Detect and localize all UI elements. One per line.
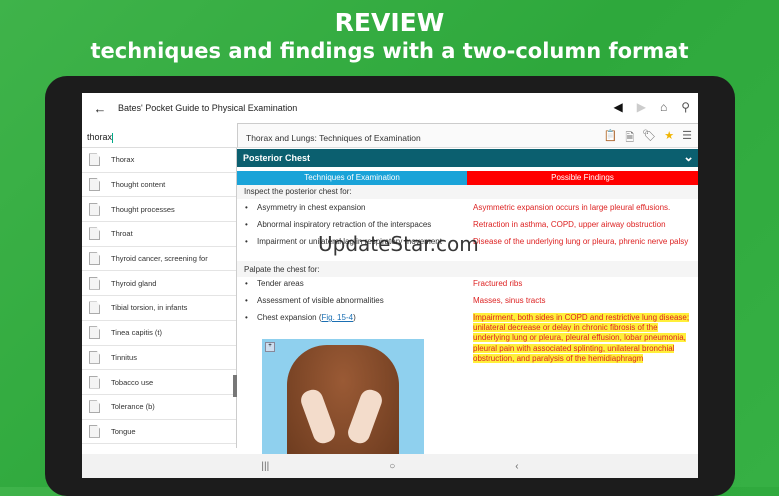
technique-text: Assessment of visible abnormalities [245, 296, 384, 305]
list-item[interactable]: Thyroid cancer, screening for [82, 247, 236, 272]
finding-value: Impairment, both sides in COPD and restr… [473, 313, 690, 363]
list-item-label: Throat [111, 229, 133, 239]
notes-icon[interactable]: 📋 [604, 129, 618, 148]
chevron-down-icon[interactable]: ⌄ [683, 149, 694, 165]
finding-text: Impairment, both sides in COPD and restr… [473, 313, 693, 364]
list-item[interactable]: Thought content [82, 173, 236, 198]
finding-value: Masses, sinus tracts [473, 296, 546, 305]
list-item[interactable]: Topics of examination (t) [82, 444, 236, 448]
list-item-label: Tolerance (b) [111, 402, 155, 412]
document-icon [89, 350, 100, 364]
section-header[interactable]: Posterior Chest ⌄ [237, 149, 698, 167]
app-bar: ← Bates' Pocket Guide to Physical Examin… [82, 93, 698, 123]
document-icon [89, 375, 100, 389]
list-item[interactable]: Thought processes [82, 197, 236, 223]
document-icon[interactable]: 🗎 [625, 129, 634, 148]
section-title: Posterior Chest [243, 153, 311, 163]
promo-subtitle: techniques and findings with a two-colum… [90, 39, 689, 63]
search-results-list[interactable]: Thorax Thought content Thought processes Th… [82, 148, 237, 448]
document-icon [89, 400, 100, 414]
search-input[interactable]: thorax [82, 123, 237, 148]
list-item-label: Thought processes [111, 204, 175, 214]
document-icon [89, 424, 100, 438]
finding-value: Fractured ribs [473, 279, 523, 288]
inspect-label: Inspect the posterior chest for: [237, 185, 698, 199]
list-item-label: Thorax [111, 155, 135, 165]
technique-suffix: ) [353, 313, 356, 322]
list-item-label: Tinea capitis (t) [111, 328, 162, 338]
app-title: Bates' Pocket Guide to Physical Examinat… [118, 103, 298, 113]
list-item[interactable]: Tolerance (b) [82, 395, 236, 420]
document-icon [89, 202, 100, 216]
document-icon [89, 326, 100, 340]
list-item[interactable]: Tibial torsion, in infants [82, 296, 236, 321]
list-sort-icon[interactable]: ☰ [682, 129, 692, 148]
back-nav-icon[interactable]: ‹ [515, 461, 518, 472]
chest-expansion-figure[interactable]: + [262, 339, 424, 456]
zoom-image-icon[interactable]: + [265, 342, 275, 352]
technique-text: Tender areas [245, 279, 304, 288]
list-item-label: Tibial torsion, in infants [111, 303, 188, 313]
list-item[interactable]: Thorax [82, 148, 236, 173]
list-item[interactable]: Thyroid gland [82, 271, 236, 297]
app-screen: ← Bates' Pocket Guide to Physical Examin… [82, 93, 698, 478]
technique-label: Chest expansion ( [257, 313, 322, 322]
list-item[interactable]: Throat [82, 222, 236, 247]
text-caret [112, 132, 114, 143]
document-icon [89, 153, 100, 167]
finding-text: Retraction in asthma, COPD, upper airway… [473, 220, 666, 229]
document-icon [89, 227, 100, 241]
palpate-label: Palpate the chest for: [237, 261, 698, 277]
search-value: thorax [87, 132, 113, 142]
favorite-star-icon[interactable]: ★ [664, 129, 674, 148]
breadcrumb-text: Thorax and Lungs: Techniques of Examinat… [246, 133, 421, 143]
document-icon [89, 301, 100, 315]
list-item-label: Thought content [111, 180, 166, 190]
recent-apps-icon[interactable]: ||| [261, 461, 269, 472]
next-icon[interactable]: ▶ [637, 100, 646, 114]
home-icon[interactable]: ⌂ [660, 100, 667, 114]
finding-text: Masses, sinus tracts [473, 296, 693, 306]
figure-link[interactable]: Fig. 15-4 [321, 313, 353, 322]
technique-text: Chest expansion (Fig. 15-4) [245, 313, 356, 322]
column-header-findings: Possible Findings [467, 171, 698, 185]
list-item-label: Tongue [111, 426, 136, 436]
list-item-label: Tobacco use [111, 377, 154, 387]
list-item[interactable]: Tobacco use [82, 370, 236, 395]
document-icon [89, 178, 100, 192]
list-item-label: Tinnitus [111, 352, 137, 362]
technique-text: Abnormal inspiratory retraction of the i… [245, 220, 431, 229]
finding-text: Asymmetric expansion occurs in large ple… [473, 203, 671, 212]
list-item[interactable]: Tongue [82, 420, 236, 445]
android-nav-bar: ||| ○ ‹ [82, 454, 698, 478]
document-icon [89, 276, 100, 290]
list-item[interactable]: Tinnitus [82, 346, 236, 371]
list-item[interactable]: Tinea capitis (t) [82, 321, 236, 346]
search-icon[interactable]: ⚲ [681, 100, 690, 114]
tag-icon[interactable]: 🏷 [642, 129, 656, 148]
list-item-label: Thyroid cancer, screening for [111, 254, 208, 264]
back-arrow-icon[interactable]: ← [82, 101, 118, 116]
previous-icon[interactable]: ◀ [613, 100, 622, 114]
technique-text: Asymmetry in chest expansion [245, 203, 365, 212]
watermark: UpdateStar.com [318, 232, 479, 256]
finding-text: Disease of the underlying lung or pleura… [473, 237, 689, 246]
breadcrumb: Thorax and Lungs: Techniques of Examinat… [237, 123, 698, 148]
list-scrollbar[interactable] [233, 375, 237, 397]
home-button-icon[interactable]: ○ [389, 461, 395, 472]
promo-title: REVIEW [334, 8, 445, 37]
finding-text: Fractured ribs [473, 279, 693, 289]
document-icon [89, 252, 100, 266]
list-item-label: Thyroid gland [111, 278, 157, 288]
column-header-techniques: Techniques of Examination [237, 171, 467, 185]
